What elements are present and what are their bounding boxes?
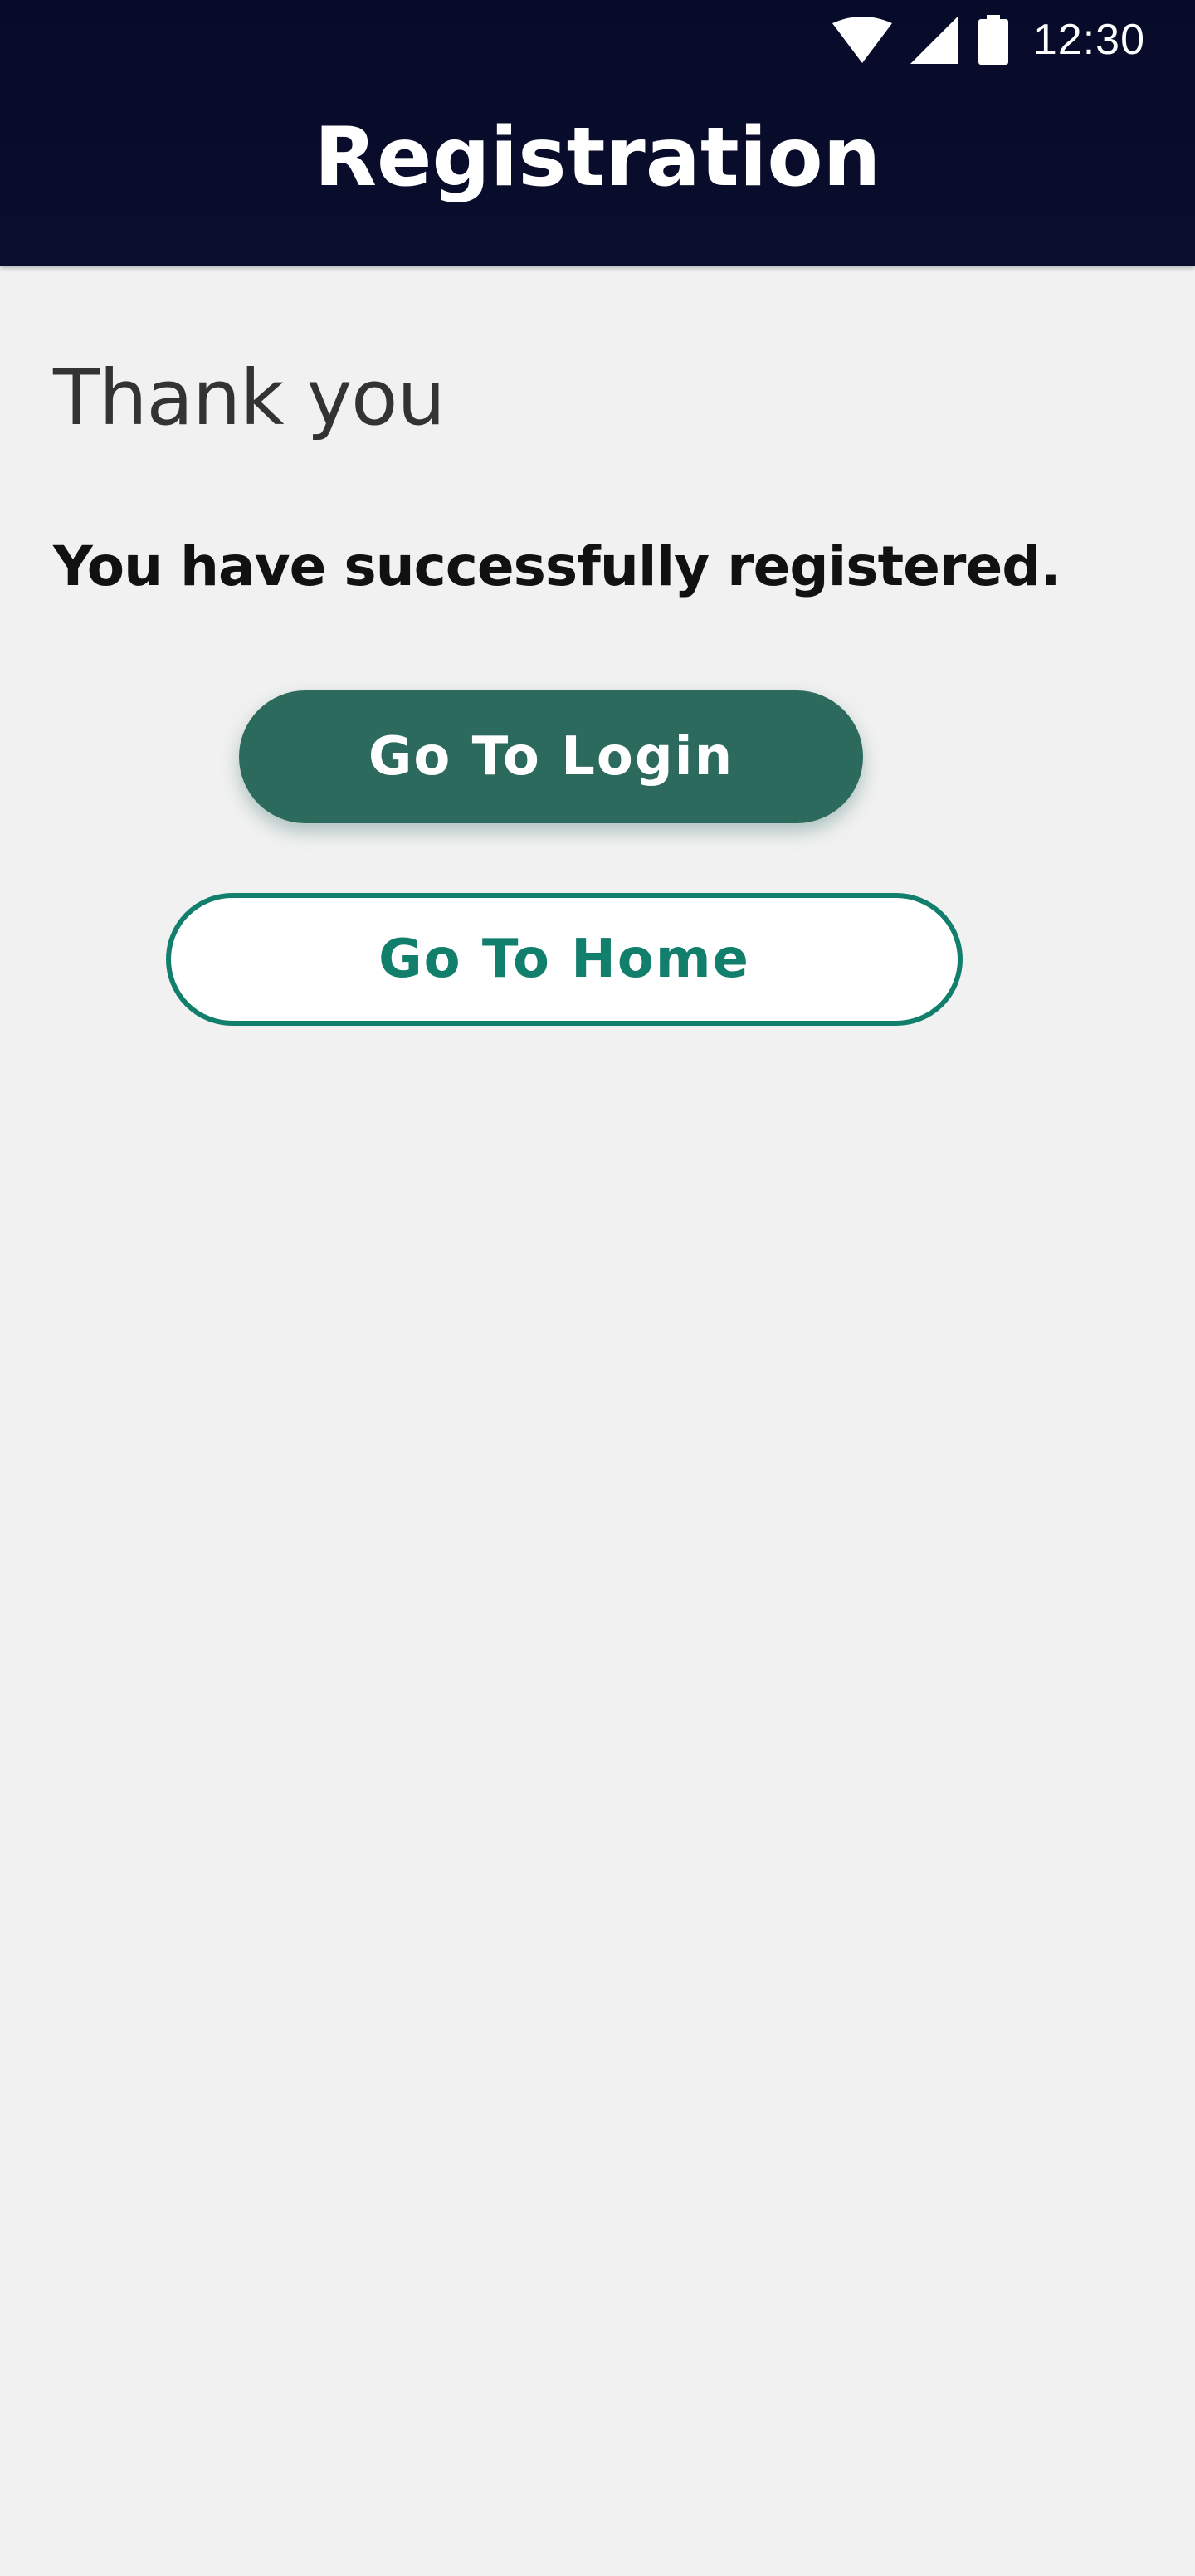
status-icons: 12:30 <box>832 15 1145 65</box>
wifi-icon <box>832 17 892 63</box>
page-title: Registration <box>314 110 881 205</box>
status-time: 12:30 <box>1032 16 1145 64</box>
app-header: 12:30 Registration <box>0 0 1195 266</box>
cell-signal-icon <box>910 16 958 64</box>
go-to-login-button[interactable]: Go To Login <box>239 690 863 823</box>
go-to-home-button[interactable]: Go To Home <box>166 893 963 1026</box>
battery-icon <box>977 15 1010 65</box>
thank-you-heading: Thank you <box>53 354 446 442</box>
success-message: You have successfully registered. <box>53 534 1061 598</box>
status-bar: 12:30 <box>0 0 1195 80</box>
